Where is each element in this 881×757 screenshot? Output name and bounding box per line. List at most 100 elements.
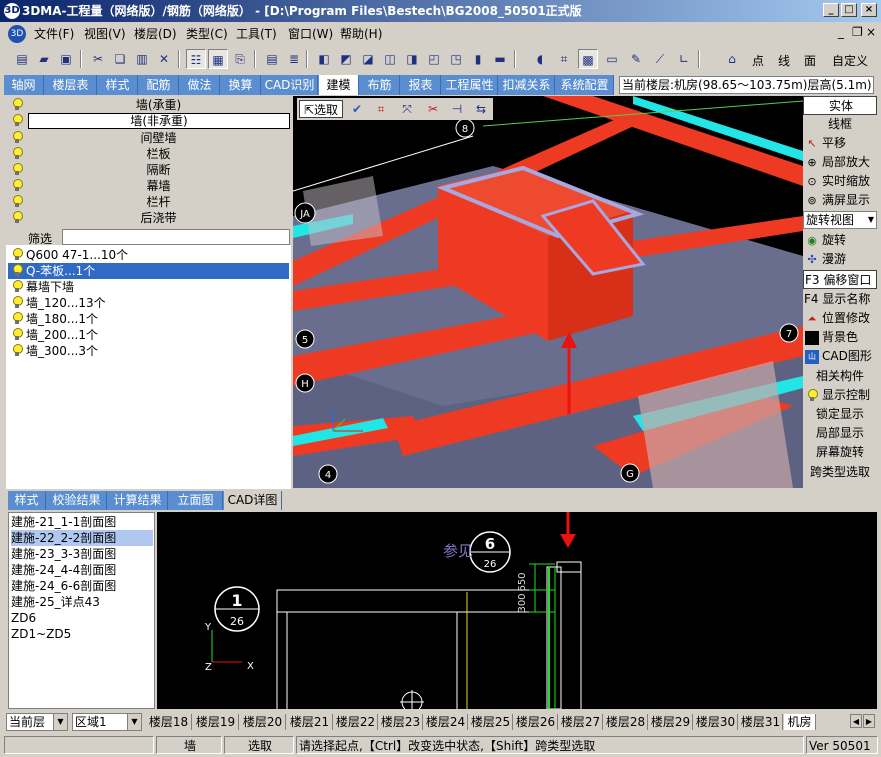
tab-conversion[interactable]: 换算 <box>221 75 261 95</box>
list-item[interactable]: 建施-25_详点43 <box>11 594 153 610</box>
box-select-icon[interactable]: ⌗ <box>371 100 391 118</box>
offset-window-button[interactable]: F3 偏移窗口 <box>803 270 877 289</box>
new-file-icon[interactable]: ▤ <box>12 49 32 69</box>
visibility-bulb-icon[interactable] <box>12 248 23 261</box>
tab-style[interactable]: 样式 <box>98 75 138 95</box>
layer-tree-icon[interactable]: ☷ <box>186 49 206 69</box>
rotate-button[interactable]: ◉ 旋转 <box>803 231 877 250</box>
rebar-grid-icon[interactable]: ▩ <box>578 49 598 69</box>
visibility-bulb-icon[interactable] <box>12 264 23 277</box>
floor-tab[interactable]: 楼层25 <box>469 714 513 730</box>
tab-deduction[interactable]: 扣减关系 <box>499 75 555 95</box>
display-control-button[interactable]: 显示控制 <box>803 386 877 405</box>
roam-button[interactable]: ✣ 漫游 <box>803 250 877 269</box>
menu-type[interactable]: 类型(C) <box>186 25 228 41</box>
floor-tab-active[interactable]: 机房 <box>784 714 816 730</box>
cad-detail-viewport[interactable]: 650 300 1 26 6 26 参见 Y X Z <box>157 512 877 709</box>
minimize-button[interactable]: _ <box>823 3 839 17</box>
list-item[interactable]: Q-苯板...1个 <box>8 263 289 279</box>
category-curtain-wall[interactable]: 幕墙 <box>6 178 291 194</box>
tab-rebar-layout[interactable]: 布筋 <box>360 75 400 95</box>
zoom-full-button[interactable]: ⊚ 满屏显示 <box>803 191 877 210</box>
list-item[interactable]: ZD6 <box>11 610 153 626</box>
list-item[interactable]: 墙_200...1个 <box>8 327 289 343</box>
align-icon[interactable]: ⇆ <box>471 100 491 118</box>
face-mode-button[interactable]: 面 <box>804 52 816 69</box>
mdi-minimize-button[interactable]: _ <box>838 25 844 41</box>
list-item[interactable]: 墙_120...13个 <box>8 295 289 311</box>
list-item[interactable]: 墙_180...1个 <box>8 311 289 327</box>
tab-axis-grid[interactable]: 轴网 <box>4 75 44 95</box>
mdi-restore-button[interactable]: ❐ <box>852 25 863 41</box>
tab-rebar-config[interactable]: 配筋 <box>139 75 179 95</box>
point-mode-button[interactable]: 点 <box>752 52 764 69</box>
menu-tools[interactable]: 工具(T) <box>236 25 277 41</box>
list-item[interactable]: 幕墙下墙 <box>8 279 289 295</box>
table-view-icon[interactable]: ▦ <box>208 49 228 69</box>
scissors-icon[interactable]: ✂ <box>423 100 443 118</box>
copy-icon[interactable]: ❏ <box>110 49 130 69</box>
visibility-bulb-icon[interactable] <box>12 163 23 176</box>
category-parapet[interactable]: 栏板 <box>6 146 291 162</box>
zoom-local-button[interactable]: ⊕ 局部放大 <box>803 153 877 172</box>
tab-system-config[interactable]: 系统配置 <box>556 75 614 95</box>
model-3d-canvas[interactable]: 8 JA 5 H 4 7 G <box>293 96 803 488</box>
visibility-bulb-icon[interactable] <box>12 328 23 341</box>
visibility-bulb-icon[interactable] <box>12 114 23 127</box>
layers-icon[interactable]: ≣ <box>284 49 304 69</box>
menu-help[interactable]: 帮助(H) <box>340 25 382 41</box>
slab-tool-icon[interactable]: ◩ <box>336 49 356 69</box>
floor-tab[interactable]: 楼层28 <box>604 714 648 730</box>
list-item[interactable]: Q600 47-1...10个 <box>8 247 289 263</box>
ramp-tool-icon[interactable]: ▬ <box>490 49 510 69</box>
stair-tool-icon[interactable]: ◳ <box>446 49 466 69</box>
pan-button[interactable]: ↖ 平移 <box>803 134 877 153</box>
cross-type-select-button[interactable]: 跨类型选取 <box>803 463 877 482</box>
delete-icon[interactable]: ✕ <box>154 49 174 69</box>
menu-window[interactable]: 窗口(W) <box>288 25 333 41</box>
wireframe-mode-button[interactable]: 线框 <box>803 115 877 134</box>
visibility-bulb-icon[interactable] <box>12 195 23 208</box>
visibility-bulb-icon[interactable] <box>12 147 23 160</box>
tab-method[interactable]: 做法 <box>180 75 220 95</box>
tab-cad-recognition[interactable]: CAD识别 <box>262 75 318 95</box>
foundation-tool-icon[interactable]: ◰ <box>424 49 444 69</box>
document-menu-icon[interactable]: 3D <box>8 25 26 43</box>
show-names-button[interactable]: F4 显示名称 <box>803 290 877 309</box>
visibility-bulb-icon[interactable] <box>12 344 23 357</box>
pile-tool-icon[interactable]: ▮ <box>468 49 488 69</box>
cad-graphic-button[interactable]: 山 CAD图形 <box>803 347 877 366</box>
screen-rotate-button[interactable]: 屏幕旋转 <box>803 443 877 462</box>
list-item[interactable]: 建施-23_3-3剖面图 <box>11 546 153 562</box>
home-icon[interactable]: ⌂ <box>722 49 742 69</box>
tab-project-properties[interactable]: 工程属性 <box>442 75 498 95</box>
category-wall-bearing[interactable]: 墙(承重) <box>6 97 291 113</box>
confirm-check-icon[interactable]: ✔ <box>347 100 367 118</box>
select-tool-button[interactable]: ⇱选取 <box>299 100 343 118</box>
rebar-tool-icon[interactable]: ⌗ <box>554 49 574 69</box>
local-display-button[interactable]: 局部显示 <box>803 424 877 443</box>
column-tool-icon[interactable]: ◫ <box>380 49 400 69</box>
scroll-left-icon[interactable]: ◀ <box>850 714 862 728</box>
visibility-bulb-icon[interactable] <box>12 98 23 111</box>
visibility-bulb-icon[interactable] <box>12 211 23 224</box>
report-icon[interactable]: ⎘ <box>230 49 250 69</box>
list-item[interactable]: 建施-21_1-1剖面图 <box>11 514 153 530</box>
model-3d-viewport[interactable]: 8 JA 5 H 4 7 G ⇱选取 ✔ ⌗ ⤧ ✂ ⊣ ⇆ <box>293 96 803 488</box>
category-wall-nonbearing[interactable]: 墙(非承重) <box>6 113 291 129</box>
eraser-icon[interactable]: ▭ <box>602 49 622 69</box>
floor-tab[interactable]: 楼层30 <box>694 714 738 730</box>
line-mode-button[interactable]: 线 <box>778 52 790 69</box>
list-item[interactable]: 建施-24_6-6剖面图 <box>11 578 153 594</box>
save-icon[interactable]: ▣ <box>56 49 76 69</box>
related-components-button[interactable]: 相关构件 <box>803 367 877 386</box>
list-item[interactable]: ZD1~ZD5 <box>11 626 153 642</box>
tab-modeling[interactable]: 建模 <box>319 75 359 95</box>
edit-point-icon[interactable]: ⤧ <box>397 100 417 118</box>
grid-icon[interactable]: ▤ <box>262 49 282 69</box>
zoom-realtime-button[interactable]: ⊙ 实时缩放 <box>803 172 877 191</box>
scroll-right-icon[interactable]: ▶ <box>863 714 875 728</box>
visibility-bulb-icon[interactable] <box>12 280 23 293</box>
floor-tab[interactable]: 楼层27 <box>559 714 603 730</box>
mdi-close-button[interactable]: × <box>866 25 876 41</box>
